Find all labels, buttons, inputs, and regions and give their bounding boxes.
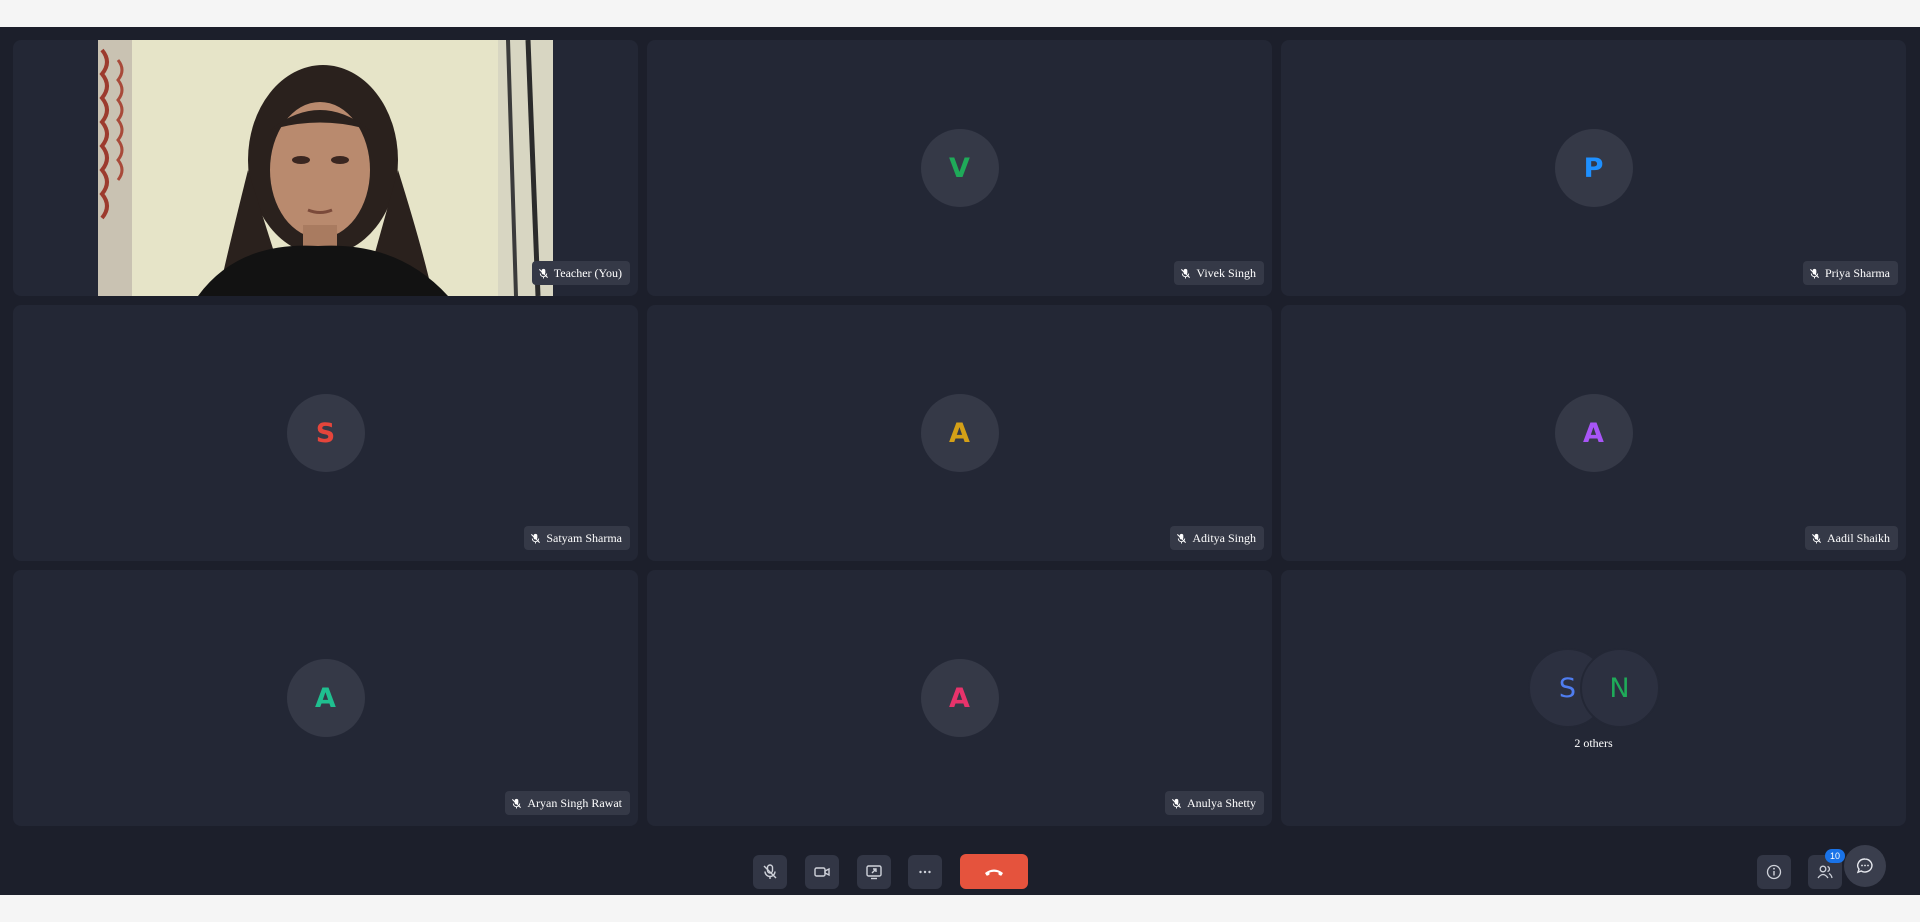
- mic-muted-icon: [512, 798, 522, 809]
- share-screen-icon: [866, 865, 882, 880]
- mic-muted-icon: [1809, 268, 1820, 279]
- mic-muted-icon: [1181, 268, 1191, 279]
- participant-tile[interactable]: P Priya Sharma: [1281, 40, 1906, 296]
- end-call-icon: [985, 869, 1003, 876]
- participant-nametag: Teacher (You): [531, 261, 630, 285]
- participant-tile[interactable]: A Aditya Singh: [647, 305, 1272, 561]
- participant-nametag: Vivek Singh: [1174, 261, 1264, 285]
- self-video-feed: [98, 40, 553, 296]
- participant-nametag: Satyam Sharma: [524, 526, 630, 550]
- meeting-info-button[interactable]: [1757, 855, 1791, 889]
- info-icon: [1766, 864, 1782, 880]
- others-avatar-stack: S N: [1527, 648, 1660, 728]
- chat-icon: [1856, 858, 1873, 874]
- call-controls-toolbar: 10: [0, 845, 1920, 895]
- participant-tile[interactable]: A Aadil Shaikh: [1281, 305, 1906, 561]
- more-icon: [919, 870, 931, 874]
- mic-muted-icon: [531, 533, 541, 544]
- participant-avatar: A: [920, 659, 999, 737]
- participant-name: Satyam Sharma: [546, 530, 622, 545]
- webcam-frame-image: [98, 40, 553, 296]
- avatar-initial: A: [315, 682, 336, 714]
- share-screen-button[interactable]: [857, 855, 891, 889]
- avatar-initial: A: [949, 417, 970, 449]
- others-tile[interactable]: S N 2 others: [1281, 570, 1906, 826]
- mic-muted-icon: [1171, 798, 1182, 809]
- others-count-label: 2 others: [1574, 736, 1613, 750]
- others-avatar: N: [1579, 648, 1660, 728]
- camera-button[interactable]: [805, 855, 839, 889]
- people-icon: [1817, 865, 1833, 879]
- participants-button[interactable]: 10: [1808, 849, 1845, 889]
- participant-avatar: A: [1554, 394, 1633, 472]
- participant-name: Aadil Shaikh: [1827, 530, 1890, 545]
- participant-avatar: A: [286, 659, 365, 737]
- mic-off-icon: [763, 864, 777, 879]
- participant-name: Aditya Singh: [1192, 530, 1256, 545]
- mic-muted-icon: [1177, 533, 1187, 544]
- camera-icon: [814, 867, 830, 877]
- avatar-initial: A: [1583, 417, 1604, 449]
- avatar-initial: A: [949, 682, 970, 714]
- participant-avatar: S: [286, 394, 365, 472]
- participant-tile[interactable]: S Satyam Sharma: [13, 305, 638, 561]
- participant-nametag: Aditya Singh: [1170, 526, 1264, 550]
- participant-name: Teacher (You): [553, 265, 622, 280]
- participant-name: Aryan Singh Rawat: [527, 795, 622, 810]
- mic-muted-icon: [1811, 533, 1822, 544]
- avatar-initial: S: [315, 417, 336, 449]
- mic-muted-icon: [538, 268, 548, 279]
- mute-mic-button[interactable]: [753, 855, 787, 889]
- participant-tile-self[interactable]: Teacher (You): [13, 40, 638, 296]
- call-window: Teacher (You) V Vivek Singh P Priya Shar…: [0, 27, 1920, 895]
- participant-tile[interactable]: A Anulya Shetty: [647, 570, 1272, 826]
- end-call-button[interactable]: [960, 854, 1028, 889]
- participant-name: Anulya Shetty: [1187, 795, 1256, 810]
- avatar-initial: S: [1558, 672, 1577, 704]
- participant-nametag: Anulya Shetty: [1165, 791, 1264, 815]
- more-options-button[interactable]: [908, 855, 942, 889]
- participant-grid: Teacher (You) V Vivek Singh P Priya Shar…: [13, 40, 1906, 826]
- participant-avatar: P: [1554, 129, 1633, 207]
- avatar-initial: P: [1583, 152, 1604, 184]
- chat-button[interactable]: [1844, 845, 1886, 887]
- participants-count-badge: 10: [1825, 849, 1845, 863]
- participant-name: Vivek Singh: [1196, 265, 1256, 280]
- participant-avatar: V: [920, 129, 999, 207]
- avatar-initial: N: [1609, 672, 1630, 704]
- participant-tile[interactable]: V Vivek Singh: [647, 40, 1272, 296]
- participant-name: Priya Sharma: [1825, 265, 1890, 280]
- participant-nametag: Aryan Singh Rawat: [505, 791, 630, 815]
- participant-tile[interactable]: A Aryan Singh Rawat: [13, 570, 638, 826]
- participant-avatar: A: [920, 394, 999, 472]
- participant-nametag: Aadil Shaikh: [1805, 526, 1898, 550]
- participant-nametag: Priya Sharma: [1803, 261, 1898, 285]
- avatar-initial: V: [949, 152, 970, 184]
